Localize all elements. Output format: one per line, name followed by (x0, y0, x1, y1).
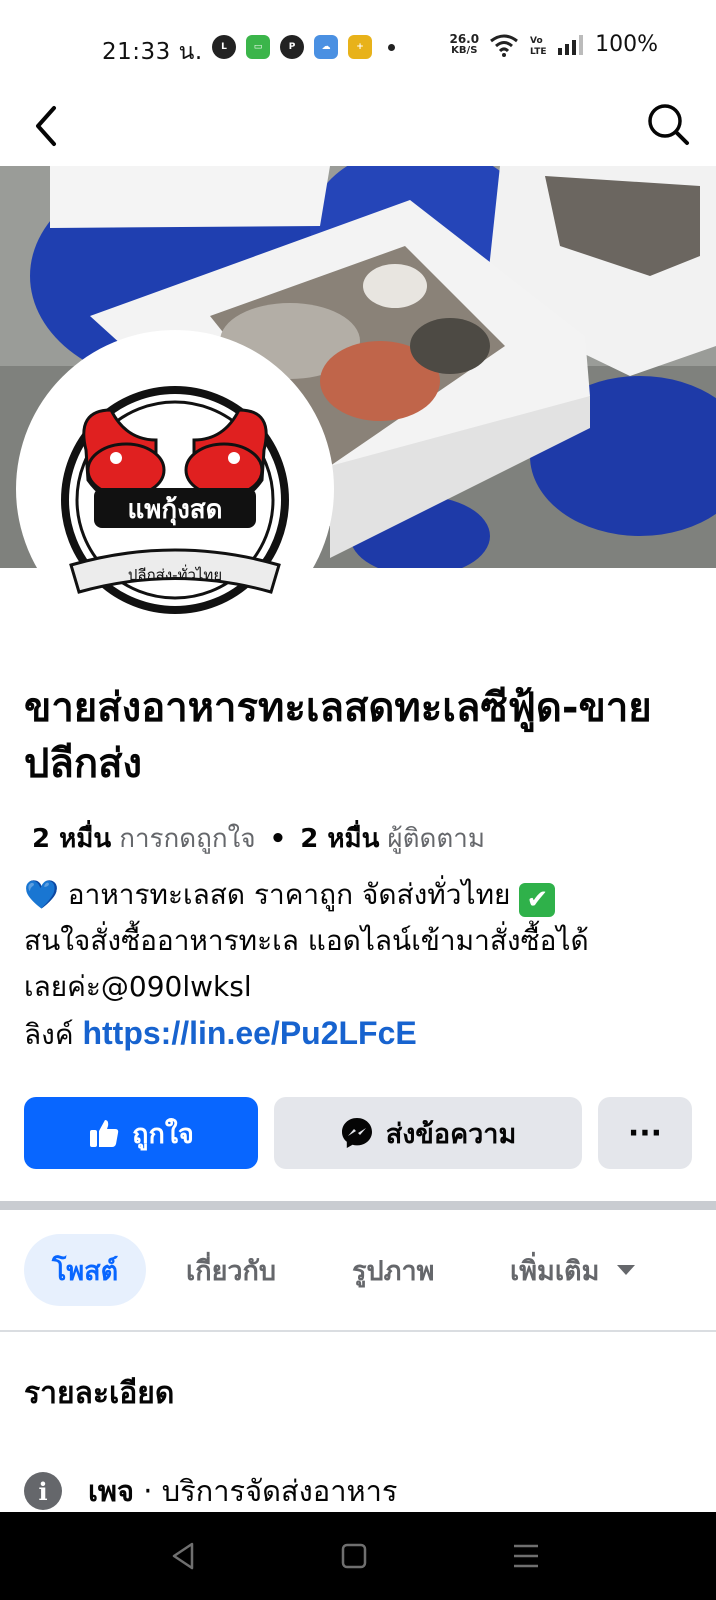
page-title: ขายส่งอาหารทะเลสดทะเลซีฟู้ด-ขายปลีกส่ง (24, 685, 652, 787)
messages-icon: ▭ (246, 35, 270, 59)
detail-page-category: i เพจ · บริการจัดส่งอาหาร (24, 1468, 397, 1514)
followers-count: 2 หมื่น (300, 824, 380, 854)
blue-heart-icon: 💙 (24, 878, 59, 911)
profile-tabs: โพสต์ เกี่ยวกับ รูปภาพ เพิ่มเติม (24, 1234, 704, 1306)
status-time: 21:33 น. (102, 39, 203, 65)
search-icon[interactable] (644, 100, 692, 148)
status-bar: 21:33 น. L ▭ P ☁ + 26.0 KB/S Vo LTE 100% (0, 0, 716, 96)
notification-icons: L ▭ P ☁ + (212, 35, 395, 59)
stats-separator: • (269, 823, 287, 854)
section-divider (0, 1201, 716, 1210)
details-title: รายละเอียด (24, 1376, 175, 1411)
weather-icon: ☁ (314, 35, 338, 59)
bio-line-1-text: อาหารทะเลสด ราคาถูก จัดส่งทั่วไทย (67, 878, 511, 911)
recent-apps-icon[interactable] (504, 1534, 548, 1578)
bio-line-3: เลยค่ะ@090lwksl (24, 970, 252, 1003)
battery-level: 100% (595, 32, 658, 57)
page-label: เพจ (88, 1474, 135, 1508)
home-square-icon[interactable] (332, 1534, 376, 1578)
like-button[interactable]: ถูกใจ (24, 1097, 258, 1169)
tab-about[interactable]: เกี่ยวกับ (186, 1234, 276, 1306)
action-buttons: ถูกใจ ส่งข้อความ ··· (24, 1097, 692, 1169)
thumbs-up-icon (90, 1120, 119, 1147)
chevron-left-icon[interactable] (28, 102, 68, 150)
bio-link[interactable]: https://lin.ee/Pu2LFcE (82, 1015, 416, 1051)
likes-label: การกดถูกใจ (119, 824, 256, 854)
bio-line-1: 💙 อาหารทะเลสด ราคาถูก จัดส่งทั่วไทย ✔ (24, 872, 704, 918)
wifi-icon (490, 34, 519, 57)
tabs-divider (0, 1330, 716, 1332)
check-mark-icon: ✔ (519, 883, 556, 917)
page-bio: 💙 อาหารทะเลสด ราคาถูก จัดส่งทั่วไทย ✔ สน… (24, 872, 704, 1058)
bio-link-prefix: ลิงค์ (24, 1018, 74, 1051)
message-button[interactable]: ส่งข้อความ (274, 1097, 582, 1169)
more-options-button[interactable]: ··· (598, 1097, 692, 1169)
logo-text: แพกุ้งสด (127, 495, 222, 526)
more-notifications-dot (388, 43, 395, 51)
back-triangle-icon[interactable] (162, 1534, 206, 1578)
volte-icon: Vo LTE (530, 36, 547, 57)
bio-line-2: สนใจสั่งซื้ออาหารทะเล แอดไลน์เข้ามาสั่งซ… (24, 924, 589, 957)
caret-down-icon (617, 1265, 636, 1275)
bio-link-row: ลิงค์ https://lin.ee/Pu2LFcE (24, 1010, 704, 1058)
tab-more[interactable]: เพิ่มเติม (510, 1234, 637, 1306)
tab-photos[interactable]: รูปภาพ (352, 1234, 434, 1306)
status-indicators: 26.0 KB/S Vo LTE 100% (449, 32, 658, 57)
pinterest-icon: P (280, 35, 304, 59)
info-icon: i (24, 1472, 62, 1510)
signal-icon (558, 34, 584, 55)
app-plus-icon: + (348, 35, 372, 59)
logo-banner-text: ปลีกส่ง-ทั่วไทย (128, 564, 222, 584)
message-button-label: ส่งข้อความ (385, 1118, 517, 1150)
tab-posts[interactable]: โพสต์ (24, 1234, 146, 1306)
like-button-label: ถูกใจ (132, 1118, 194, 1150)
followers-label: ผู้ติดตาม (387, 824, 486, 854)
svg-text:Vo: Vo (530, 36, 543, 46)
page-stats[interactable]: 2 หมื่น การกดถูกใจ • 2 หมื่น ผู้ติดตาม (32, 818, 485, 859)
page-category: บริการจัดส่งอาหาร (161, 1474, 398, 1508)
system-navigation-bar (0, 1512, 716, 1600)
seafood-logo: แพกุ้งสด ปลีกส่ง-ทั่วไทย (61, 386, 289, 614)
profile-avatar[interactable]: แพกุ้งสด ปลีกส่ง-ทั่วไทย (16, 330, 334, 648)
more-icon: ··· (627, 1115, 663, 1151)
page-header (0, 96, 716, 166)
line-icon: L (212, 35, 236, 59)
tab-more-label: เพิ่มเติม (510, 1255, 600, 1287)
likes-count: 2 หมื่น (32, 824, 112, 854)
svg-text:LTE: LTE (530, 47, 547, 57)
net-speed: 26.0 KB/S (449, 31, 480, 56)
page-sep: · (143, 1474, 153, 1508)
messenger-icon (341, 1118, 372, 1148)
